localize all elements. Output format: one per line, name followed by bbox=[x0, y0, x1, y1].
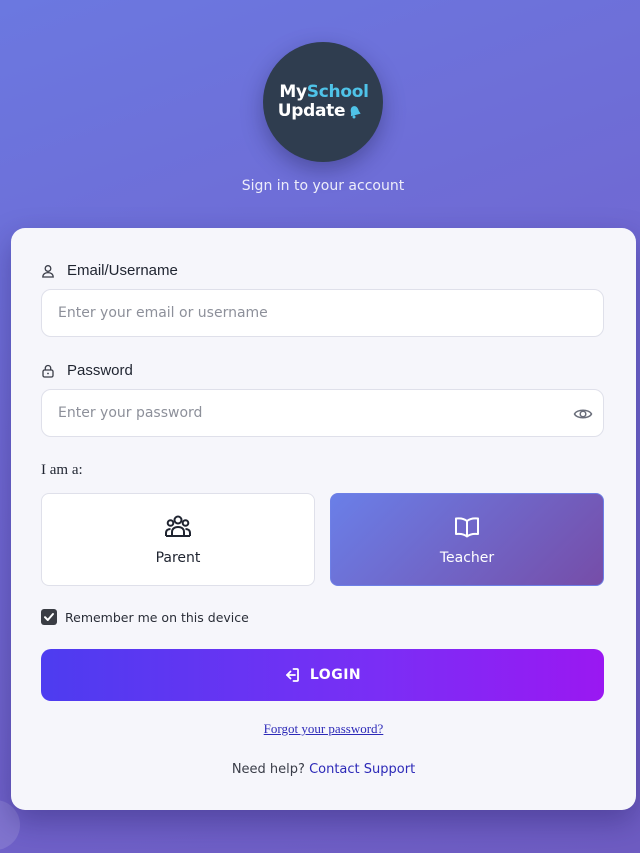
contact-support-link[interactable]: Contact Support bbox=[309, 762, 415, 777]
email-label-text: Email/Username bbox=[67, 262, 178, 279]
email-label: Email/Username bbox=[41, 262, 178, 279]
school-logo: MySchool Update bbox=[263, 42, 383, 162]
forgot-password-link[interactable]: Forgot your password? bbox=[11, 721, 636, 737]
email-field[interactable]: Enter your email or username bbox=[41, 289, 604, 337]
page-subtitle: Sign in to your account bbox=[241, 178, 405, 194]
login-card: Email/Username Enter your email or usern… bbox=[11, 228, 636, 810]
help-text: Need help? Contact Support bbox=[11, 762, 636, 777]
role-label-teacher: Teacher bbox=[439, 549, 495, 566]
user-icon bbox=[42, 264, 54, 278]
logo-line-2: Update bbox=[278, 102, 362, 121]
role-prompt: I am a: bbox=[41, 462, 83, 478]
login-button[interactable]: LOGIN bbox=[41, 649, 604, 701]
role-option-teacher[interactable]: Teacher bbox=[330, 493, 604, 586]
login-icon bbox=[285, 668, 299, 682]
logo-text-update: Update bbox=[277, 101, 346, 121]
role-label-parent: Parent bbox=[155, 549, 201, 566]
remember-label: Remember me on this device bbox=[65, 609, 249, 625]
password-label-text: Password bbox=[67, 362, 133, 379]
password-label: Password bbox=[41, 362, 133, 379]
lock-icon bbox=[42, 364, 54, 378]
login-button-label: LOGIN bbox=[309, 667, 362, 683]
logo-text-school: School bbox=[306, 82, 369, 102]
remember-me[interactable]: Remember me on this device bbox=[41, 609, 249, 625]
password-placeholder: Enter your password bbox=[58, 405, 203, 421]
checkmark-icon bbox=[44, 613, 54, 621]
eye-icon[interactable] bbox=[573, 404, 593, 424]
email-placeholder: Enter your email or username bbox=[58, 305, 268, 321]
bell-icon bbox=[350, 105, 361, 118]
role-option-parent[interactable]: Parent bbox=[41, 493, 315, 586]
help-prefix: Need help? bbox=[231, 762, 305, 777]
users-icon bbox=[165, 515, 191, 537]
logo-line-1: MySchool bbox=[279, 82, 369, 102]
remember-checkbox[interactable] bbox=[41, 609, 57, 625]
book-icon bbox=[455, 516, 479, 537]
password-field[interactable]: Enter your password bbox=[41, 389, 604, 437]
logo-text-my: My bbox=[279, 82, 307, 102]
